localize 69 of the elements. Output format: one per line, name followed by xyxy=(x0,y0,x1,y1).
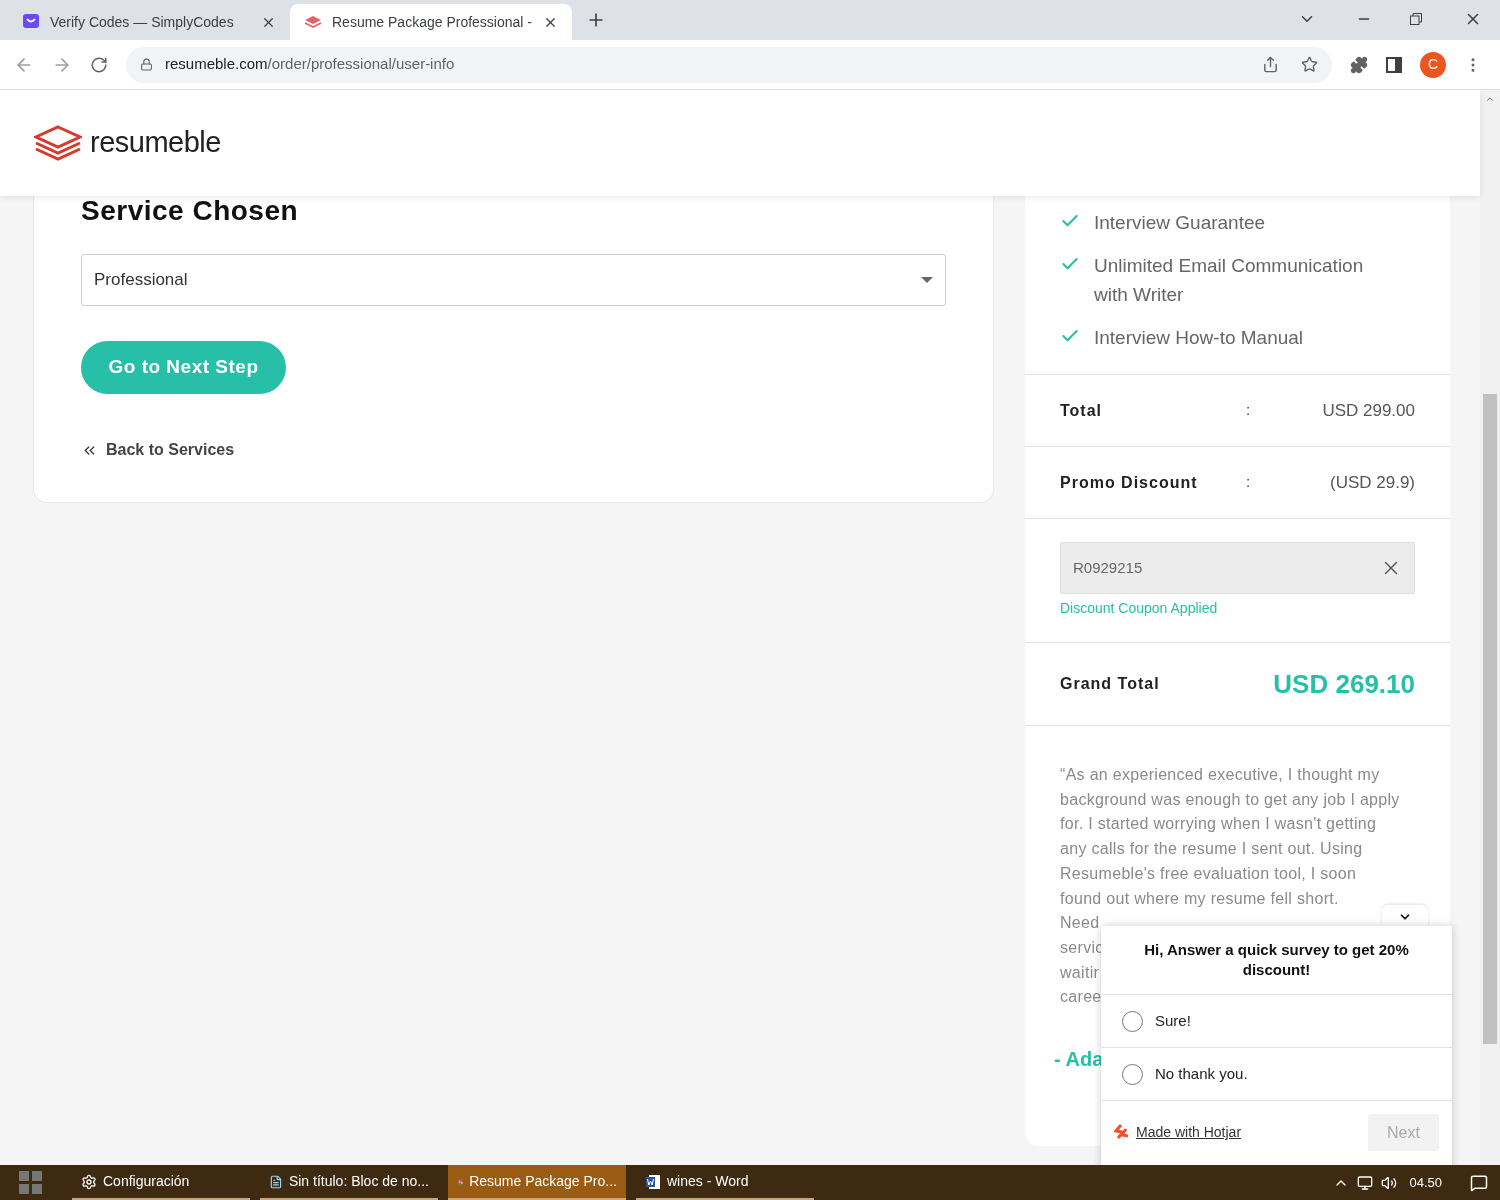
radio-button[interactable] xyxy=(1122,1063,1143,1085)
summary-value: USD 299.00 xyxy=(1321,399,1415,422)
logo-icon xyxy=(34,125,82,161)
url-text: resumeble.com/order/professional/user-info xyxy=(165,54,456,75)
summary-label: Total xyxy=(1060,400,1104,421)
survey-option[interactable]: No thank you. xyxy=(1101,1048,1452,1101)
reload-icon[interactable] xyxy=(90,55,108,74)
coupon-status-text: Discount Coupon Applied xyxy=(1060,599,1219,618)
side-panel-icon[interactable] xyxy=(1386,56,1402,73)
taskbar-item[interactable]: Sin título: Bloc de no... xyxy=(260,1165,438,1200)
stack-icon xyxy=(304,15,322,29)
taskbar-item[interactable]: Configuración xyxy=(72,1165,250,1200)
network-icon[interactable] xyxy=(1357,1174,1374,1191)
logo-text: resumeble xyxy=(90,125,221,161)
taskbar-item[interactable]: Resume Package Pro... xyxy=(448,1165,626,1200)
testimonial-line: for. I started worrying when I wasn't getting xyxy=(1060,814,1377,835)
volume-icon[interactable] xyxy=(1381,1174,1398,1191)
settings-icon xyxy=(81,1173,97,1190)
notepad-icon xyxy=(269,1173,283,1190)
section-heading: Service Chosen xyxy=(81,194,300,228)
testimonial-line: background was enough to get any job I apply xyxy=(1060,789,1400,810)
back-link[interactable]: Back to Services xyxy=(81,438,946,462)
browser-tab[interactable]: Resume Package Professional - xyxy=(290,4,572,40)
document-icon xyxy=(645,1173,661,1190)
testimonial-line: found out where my resume fell short. xyxy=(1060,888,1339,909)
chat-bubble-icon xyxy=(22,13,40,31)
testimonial-line: any calls for the resume I sent out. Using xyxy=(1060,839,1363,860)
testimonial-line: Resumeble's free evaluation tool, I soon xyxy=(1060,863,1357,884)
grand-total-value: USD 269.10 xyxy=(1273,667,1415,701)
feature-text: Interview How-to Manual xyxy=(1094,326,1305,350)
extensions-icon[interactable] xyxy=(1350,55,1368,74)
hotjar-link[interactable]: Made with Hotjar xyxy=(1136,1122,1242,1143)
survey-option[interactable]: Sure! xyxy=(1101,995,1452,1048)
star-icon[interactable] xyxy=(1301,56,1318,73)
share-icon[interactable] xyxy=(1262,56,1279,73)
feature-text: Interview Guarantee xyxy=(1094,211,1267,235)
clock-text[interactable]: 04.50 xyxy=(1409,1172,1442,1193)
profile-avatar[interactable]: C xyxy=(1420,51,1446,78)
testimonial-line: Need xyxy=(1060,913,1100,934)
notifications-icon[interactable] xyxy=(1470,1173,1488,1192)
separator-text: : xyxy=(1246,400,1251,421)
hotjar-logo-icon xyxy=(1114,1123,1130,1142)
radio-button[interactable] xyxy=(1122,1010,1143,1032)
browser-tab[interactable]: Verify Codes — SimplyCodes xyxy=(8,4,290,40)
testimonial-line: caree xyxy=(1060,987,1102,1008)
service-select[interactable]: Professional xyxy=(81,254,946,306)
separator-text: : xyxy=(1246,472,1251,493)
testimonial-line: servic xyxy=(1060,937,1104,958)
address-bar[interactable]: resumeble.com/order/professional/user-info xyxy=(126,46,1332,83)
testimonial-line: “As an experienced executive, I thought my xyxy=(1060,765,1380,785)
caret-icon xyxy=(921,277,933,283)
scroll-up-icon[interactable] xyxy=(1485,94,1495,104)
survey-title: Hi, Answer a quick survey to get 20% discount! xyxy=(1143,940,1410,980)
option-label: Sure! xyxy=(1155,1010,1191,1031)
summary-value: (USD 29.9) xyxy=(1328,471,1415,494)
testimonial-line: waitir xyxy=(1060,962,1100,983)
start-icon[interactable] xyxy=(19,1170,43,1195)
restore-icon[interactable] xyxy=(1410,13,1422,25)
tab-title: Resume Package Professional - xyxy=(332,12,533,32)
grand-total-label: Grand Total xyxy=(1060,674,1160,694)
summary-label: Promo Discount xyxy=(1060,472,1199,493)
coupon-field[interactable]: R0929215 xyxy=(1060,542,1415,594)
option-label: No thank you. xyxy=(1155,1063,1248,1084)
lock-icon xyxy=(140,58,153,71)
scrollbar-thumb[interactable] xyxy=(1483,394,1497,1044)
tab-title: Verify Codes — SimplyCodes xyxy=(50,12,235,32)
taskbar-item[interactable]: wines - Word xyxy=(636,1165,814,1200)
testimonial-author: - Ada xyxy=(1054,1047,1104,1073)
feature-text: Unlimited Email Communication with Writer xyxy=(1094,254,1365,307)
